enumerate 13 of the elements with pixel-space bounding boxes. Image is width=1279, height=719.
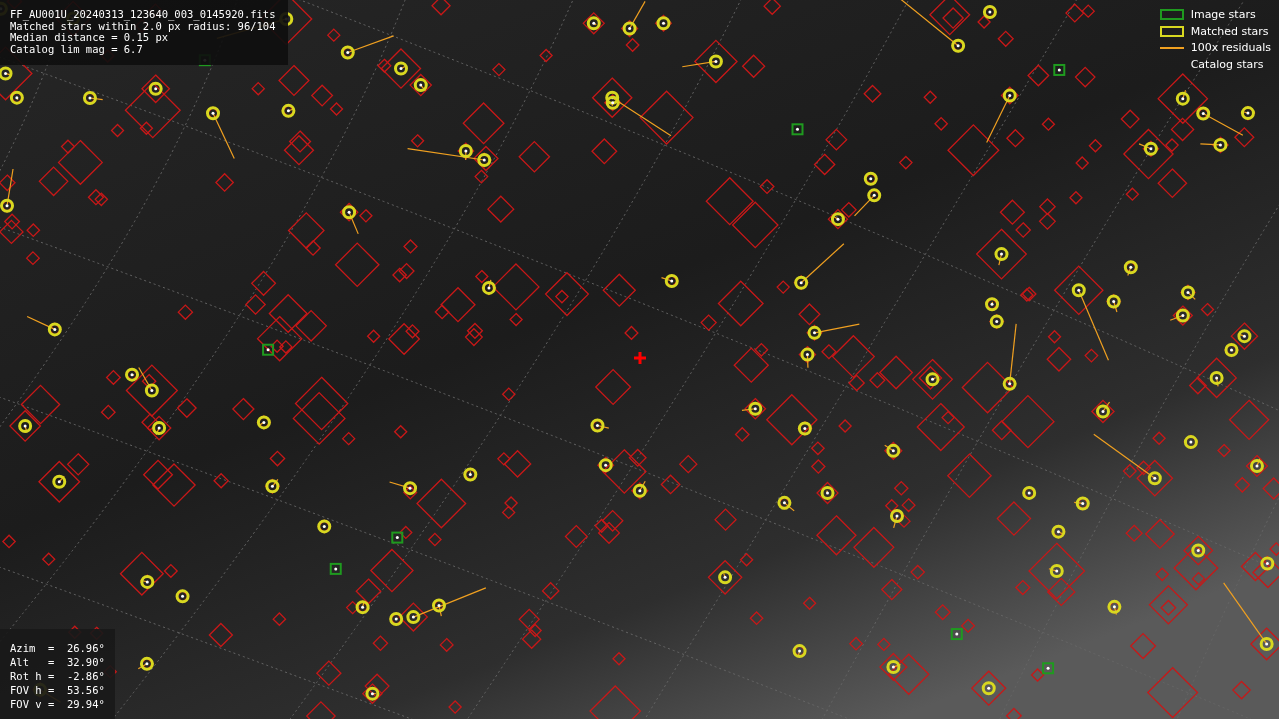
info-text: FF_AU001U_20240313_123640_003_0145920.fits — [10, 9, 276, 21]
pointing-text: Rot h = -2.86° — [10, 669, 105, 683]
pointing-text: Alt = 32.90° — [10, 655, 105, 669]
pointing-text: Azim = 26.96° — [10, 641, 105, 655]
pointing-text: FOV h = 53.56° — [10, 683, 105, 697]
info-text: Matched stars within 2.0 px radius: 96/104 — [10, 20, 276, 32]
legend-label: Image stars — [1190, 8, 1256, 22]
info-text: Median distance = 0.15 px — [10, 32, 169, 44]
legend-label: Matched stars — [1190, 24, 1269, 38]
info-text: Catalog lim mag = 6.7 — [10, 43, 144, 55]
pointing-text: FOV v = 29.94° — [10, 697, 105, 711]
legend-label: 100x residuals — [1190, 41, 1271, 55]
legend-label: Catalog stars — [1190, 57, 1264, 71]
